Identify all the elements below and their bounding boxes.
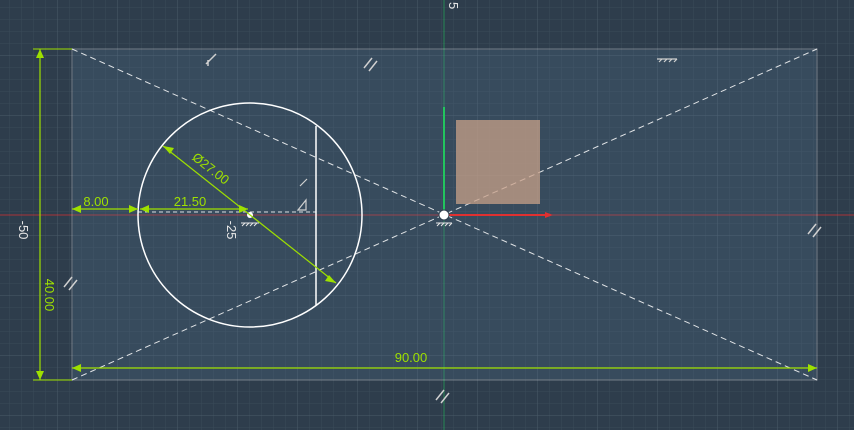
selected-face[interactable] <box>456 120 540 204</box>
height-dimension-label[interactable]: 40.00 <box>42 279 57 312</box>
y-axis-label-top: 5 <box>446 2 461 9</box>
x-axis-label-left: -50 <box>16 221 31 240</box>
rect-to-circle-label[interactable]: 8.00 <box>83 194 108 209</box>
sketch-canvas[interactable]: 40.00 90.00 8.00 21.50 Ø27.00 5 -50 -25 <box>0 0 854 430</box>
width-dimension-label[interactable]: 90.00 <box>395 350 428 365</box>
center-label-below: -25 <box>224 221 239 240</box>
circle-offset-label[interactable]: 21.50 <box>174 194 207 209</box>
